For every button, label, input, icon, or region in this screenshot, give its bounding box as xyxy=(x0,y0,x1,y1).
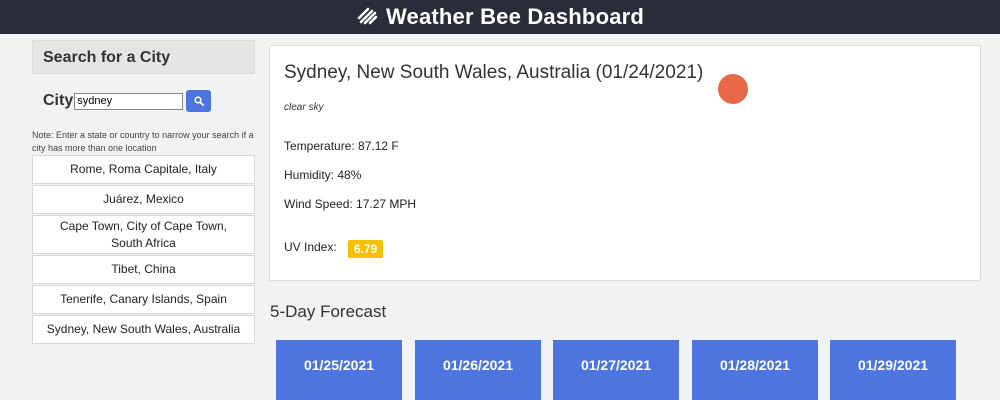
forecast-card: 01/25/2021 xyxy=(276,340,402,400)
forecast-date: 01/26/2021 xyxy=(442,357,514,373)
top-navbar: Weather Bee Dashboard xyxy=(0,0,1000,34)
search-button[interactable] xyxy=(186,90,212,112)
city-search-input[interactable] xyxy=(74,92,184,110)
humidity-text: Humidity: 48% xyxy=(284,168,362,182)
history-item[interactable]: Sydney, New South Wales, Australia xyxy=(32,315,255,344)
temperature-text: Temperature: 87.12 F xyxy=(284,139,399,153)
current-weather-card: Sydney, New South Wales, Australia (01/2… xyxy=(269,45,981,281)
history-item[interactable]: Tenerife, Canary Islands, Spain xyxy=(32,285,255,314)
current-city-heading: Sydney, New South Wales, Australia (01/2… xyxy=(284,62,704,83)
search-history-list: Rome, Roma Capitale, Italy Juárez, Mexic… xyxy=(32,155,255,344)
brand[interactable]: Weather Bee Dashboard xyxy=(356,4,644,31)
sidebar-title: Search for a City xyxy=(32,40,255,74)
search-note: Note: Enter a state or country to narrow… xyxy=(32,130,254,153)
history-item[interactable]: Cape Town, City of Cape Town, South Afri… xyxy=(32,215,255,254)
forecast-card: 01/28/2021 xyxy=(692,340,818,400)
history-item[interactable]: Juárez, Mexico xyxy=(32,185,255,214)
wind-speed-text: Wind Speed: 17.27 MPH xyxy=(284,197,417,211)
search-sidebar: Search for a City City Note: Enter a sta… xyxy=(32,40,255,400)
wind-icon xyxy=(356,4,378,31)
app-title: Weather Bee Dashboard xyxy=(385,4,645,29)
history-item[interactable]: Tibet, China xyxy=(32,255,255,284)
forecast-date: 01/27/2021 xyxy=(580,357,652,373)
forecast-date: 01/28/2021 xyxy=(719,357,791,373)
forecast-card: 01/26/2021 xyxy=(415,340,541,400)
uv-index-badge: 6.79 xyxy=(348,240,383,258)
forecast-card: 01/27/2021 xyxy=(553,340,679,400)
forecast-date: 01/25/2021 xyxy=(303,357,375,373)
city-label: City xyxy=(43,92,74,109)
forecast-date: 01/29/2021 xyxy=(857,357,929,373)
cursor-indicator xyxy=(718,74,748,104)
uv-index-label: UV Index: xyxy=(284,240,337,254)
weather-description: clear sky xyxy=(284,102,324,113)
history-item[interactable]: Rome, Roma Capitale, Italy xyxy=(32,155,255,184)
search-row: City xyxy=(32,74,255,112)
search-icon xyxy=(194,96,204,106)
forecast-card: 01/29/2021 xyxy=(830,340,956,400)
forecast-title: 5-Day Forecast xyxy=(270,302,387,321)
